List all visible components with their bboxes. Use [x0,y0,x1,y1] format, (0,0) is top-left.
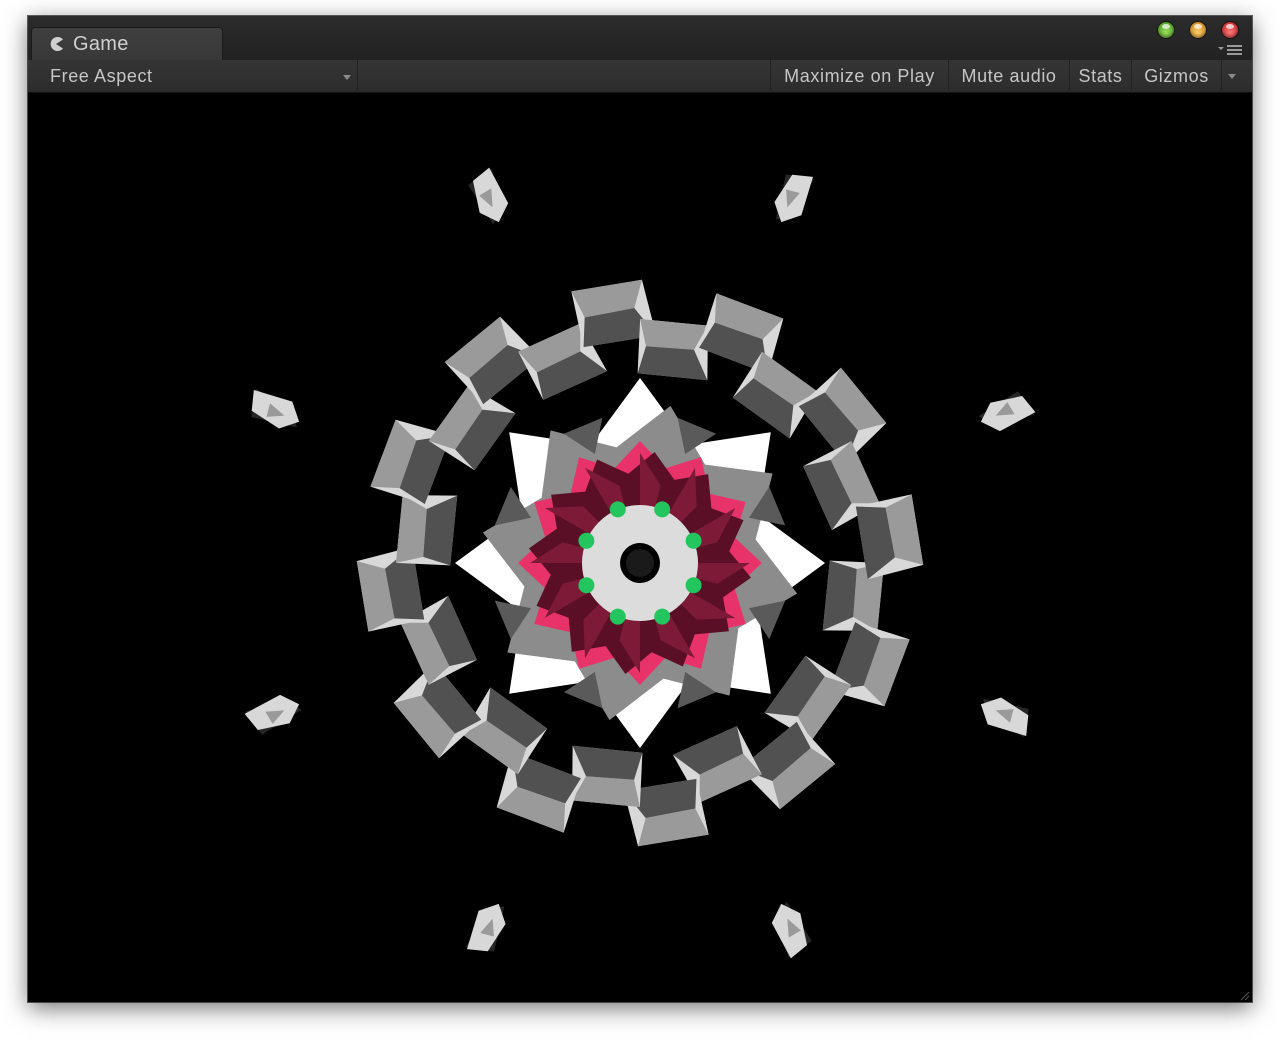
center-hole-inner [626,549,654,577]
floating-shard [774,174,815,223]
green-dot [609,608,626,625]
floating-shard [251,388,300,429]
floating-shard [468,167,509,225]
grey-cube [637,318,708,381]
panel-menu-icon[interactable] [1214,43,1244,57]
gizmos-dropdown[interactable] [1221,60,1242,93]
game-tab[interactable]: Game [31,27,223,60]
game-window: Game Free Aspect Maximize on Play Mute a… [28,16,1252,1002]
maximize-on-play-toggle[interactable]: Maximize on Play [770,60,948,93]
floating-shard [978,391,1036,432]
aspect-dropdown[interactable]: Free Aspect [38,60,358,93]
minimize-window-button[interactable] [1190,22,1206,38]
mute-audio-toggle[interactable]: Mute audio [948,60,1069,93]
game-viewport[interactable] [28,93,1252,1002]
grey-cube [395,495,458,566]
close-window-button[interactable] [1222,22,1238,38]
floating-shard [244,694,302,735]
green-dot [654,608,671,625]
green-dot [609,501,626,518]
floating-shard [771,901,812,959]
game-toolbar: Free Aspect Maximize on Play Mute audio … [28,60,1252,93]
gizmos-toggle[interactable]: Gizmos [1131,60,1221,93]
green-dot [578,577,595,594]
stats-toggle[interactable]: Stats [1069,60,1131,93]
pacman-game-icon [48,36,64,52]
green-dot [654,501,671,518]
grey-cube [572,745,643,808]
chevron-down-icon [1228,74,1236,79]
floating-shard [980,697,1029,738]
green-dot [685,577,702,594]
aspect-label: Free Aspect [50,66,153,86]
title-bar: Game [28,16,1252,61]
resize-grip-icon[interactable] [1238,988,1250,1001]
tab-title: Game [73,32,129,55]
floating-shard [465,903,506,952]
zoom-window-button[interactable] [1158,22,1174,38]
green-dot [578,532,595,549]
game-scene [244,167,1036,959]
green-dot [685,532,702,549]
chevron-down-icon [343,75,351,80]
